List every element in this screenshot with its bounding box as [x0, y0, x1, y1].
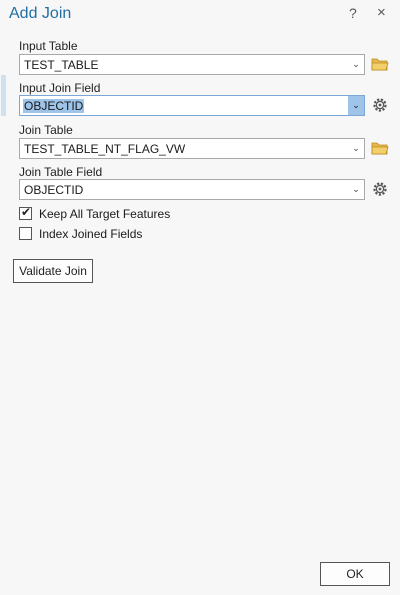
join-table-field-value: OBJECTID	[24, 183, 84, 197]
join-table-dropdown[interactable]: TEST_TABLE_NT_FLAG_VW ⌄	[19, 138, 365, 159]
checkmark-icon: ✔	[21, 205, 32, 219]
gear-icon[interactable]	[371, 180, 389, 198]
join-table-value: TEST_TABLE_NT_FLAG_VW	[24, 142, 186, 156]
active-row-indicator	[1, 75, 6, 116]
help-icon[interactable]: ?	[349, 5, 357, 21]
join-table-field-label: Join Table Field	[19, 165, 103, 179]
input-join-field-value: OBJECTID	[23, 99, 85, 113]
chevron-down-icon[interactable]: ⌄	[348, 180, 364, 199]
folder-icon[interactable]	[371, 139, 389, 157]
input-join-field-label: Input Join Field	[19, 81, 101, 95]
title-bar: Add Join ? ×	[0, 0, 400, 30]
join-table-field-dropdown[interactable]: OBJECTID ⌄	[19, 179, 365, 200]
input-join-field-dropdown[interactable]: OBJECTID ⌄	[19, 95, 365, 116]
index-joined-checkbox[interactable]	[19, 227, 32, 240]
folder-icon[interactable]	[371, 55, 389, 73]
index-joined-label: Index Joined Fields	[39, 227, 143, 241]
input-table-value: TEST_TABLE	[24, 58, 99, 72]
join-table-label: Join Table	[19, 123, 73, 137]
dialog-title: Add Join	[9, 5, 72, 22]
keep-all-checkbox[interactable]: ✔	[19, 205, 32, 220]
chevron-down-icon[interactable]: ⌄	[348, 139, 364, 158]
input-table-label: Input Table	[19, 39, 78, 53]
close-icon[interactable]: ×	[377, 4, 386, 21]
ok-button[interactable]: OK	[320, 562, 390, 586]
gear-icon[interactable]	[371, 96, 389, 114]
validate-join-button[interactable]: Validate Join	[13, 259, 93, 283]
keep-all-label: Keep All Target Features	[39, 207, 171, 221]
chevron-down-icon[interactable]: ⌄	[348, 96, 364, 115]
chevron-down-icon[interactable]: ⌄	[348, 55, 364, 74]
input-table-dropdown[interactable]: TEST_TABLE ⌄	[19, 54, 365, 75]
